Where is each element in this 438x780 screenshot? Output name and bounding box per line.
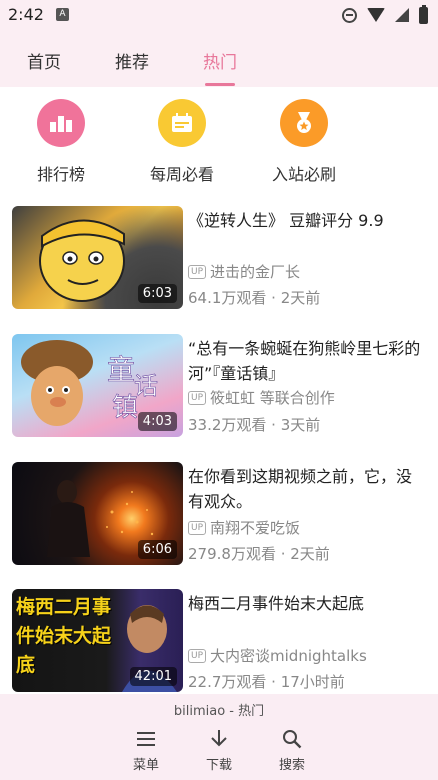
video-title[interactable]: 在你看到这期视频之前，它，没有观众。	[188, 464, 424, 514]
search-button[interactable]: 搜索	[262, 728, 322, 773]
up-badge: UP	[188, 520, 207, 535]
svg-text:镇: 镇	[112, 393, 138, 423]
search-label: 搜索	[278, 758, 305, 773]
video-meta: 64.1万观看 · 2天前	[188, 289, 321, 307]
main-content[interactable]: 排行榜 每周必看 入站必刷 6:03 《逆转人生》 豆瓣评分 9.9 UP 进击…	[0, 87, 438, 780]
tab-recommend[interactable]: 推荐	[115, 48, 149, 73]
weekly-must-watch-label: 每周必看	[149, 165, 214, 184]
notification-icon: A	[56, 8, 69, 21]
bottom-bar-title: bilimiao - 热门	[173, 704, 265, 719]
search-icon	[262, 728, 322, 750]
status-time: 2:42	[8, 5, 44, 24]
status-bar: 2:42 A	[0, 0, 438, 30]
uploader-name: 南翔不爱吃饭	[210, 519, 301, 537]
uploader-name: 进击的金厂长	[210, 263, 301, 281]
video-meta: 22.7万观看 · 17小时前	[188, 673, 345, 691]
video-title[interactable]: 《逆转人生》 豆瓣评分 9.9	[188, 208, 424, 233]
ranking-label: 排行榜	[36, 165, 85, 184]
do-not-disturb-icon	[342, 7, 357, 23]
video-uploader[interactable]: UP 大内密谈midnightalks	[188, 645, 367, 666]
must-watch-button[interactable]: 入站必刷	[254, 99, 354, 185]
video-uploader[interactable]: UP 进击的金厂长	[188, 261, 300, 282]
download-button[interactable]: 下载	[189, 728, 249, 773]
download-icon	[189, 728, 249, 750]
ranking-icon	[37, 99, 85, 147]
tab-popular[interactable]: 热门	[203, 48, 237, 73]
must-watch-label: 入站必刷	[271, 165, 336, 184]
video-item[interactable]: 6:06 在你看到这期视频之前，它，没有观众。 UP 南翔不爱吃饭 279.8万…	[0, 462, 438, 590]
menu-label: 菜单	[132, 758, 159, 773]
medal-icon	[280, 99, 328, 147]
battery-icon	[419, 4, 428, 24]
tab-home[interactable]: 首页	[27, 48, 61, 73]
uploader-name: 大内密谈midnightalks	[210, 647, 367, 665]
signal-icon	[395, 8, 409, 22]
video-uploader[interactable]: UP 筱虹虹 等联合创作	[188, 387, 335, 408]
uploader-name: 筱虹虹 等联合创作	[210, 389, 335, 407]
video-meta: 279.8万观看 · 2天前	[188, 545, 330, 563]
video-title[interactable]: “总有一条蜿蜒在狗熊岭里七彩的河”『童话镇』	[188, 336, 424, 386]
video-item[interactable]: 童 话 镇 4:03 “总有一条蜿蜒在狗熊岭里七彩的河”『童话镇』 UP 筱虹虹…	[0, 334, 438, 462]
download-label: 下载	[205, 758, 232, 773]
video-duration: 6:06	[137, 540, 177, 559]
quick-actions: 排行榜 每周必看 入站必刷	[0, 87, 438, 197]
status-icons	[342, 4, 428, 24]
video-uploader[interactable]: UP 南翔不爱吃饭	[188, 517, 300, 538]
video-item[interactable]: 6:03 《逆转人生》 豆瓣评分 9.9 UP 进击的金厂长 64.1万观看 ·…	[0, 206, 438, 334]
bottom-bar: bilimiao - 热门 菜单 下载 搜索	[0, 694, 438, 780]
ranking-button[interactable]: 排行榜	[11, 99, 111, 185]
video-thumbnail[interactable]: 6:06	[12, 462, 183, 565]
video-title[interactable]: 梅西二月事件始末大起底	[188, 591, 424, 616]
video-duration: 4:03	[137, 412, 177, 431]
video-thumbnail[interactable]: 梅西二月事件始末大起底 42:01	[12, 589, 183, 692]
svg-text:童: 童	[107, 353, 135, 386]
wifi-icon	[367, 8, 385, 22]
tab-bar: 首页 推荐 热门	[0, 30, 438, 86]
thumbnail-caption: 梅西二月事件始末大起底	[16, 596, 112, 676]
menu-button[interactable]: 菜单	[116, 728, 176, 773]
video-duration: 42:01	[129, 667, 177, 686]
menu-icon	[116, 728, 176, 750]
calendar-icon	[158, 99, 206, 147]
active-tab-indicator	[205, 83, 235, 86]
video-thumbnail[interactable]: 6:03	[12, 206, 183, 309]
video-thumbnail[interactable]: 童 话 镇 4:03	[12, 334, 183, 437]
video-duration: 6:03	[137, 284, 177, 303]
video-meta: 33.2万观看 · 3天前	[188, 416, 321, 434]
up-badge: UP	[188, 648, 207, 663]
weekly-must-watch-button[interactable]: 每周必看	[132, 99, 232, 185]
up-badge: UP	[188, 264, 207, 279]
up-badge: UP	[188, 390, 207, 405]
